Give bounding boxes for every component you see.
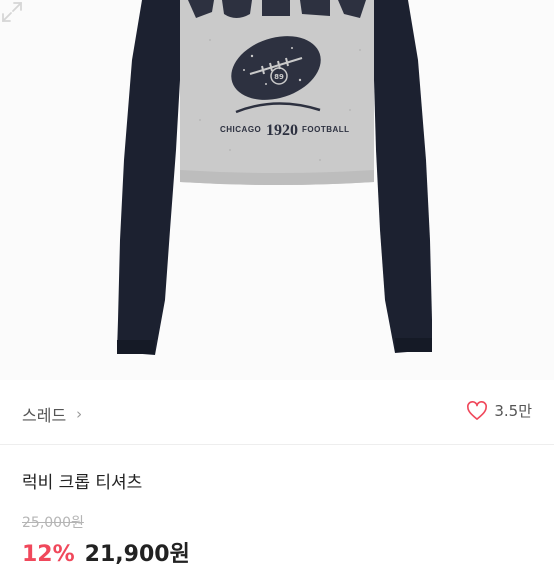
chevron-right-icon: › [76, 405, 83, 423]
product-image[interactable]: 89 CHICAGO 1920 FOOTBALL [0, 0, 554, 380]
store-link[interactable]: 스레드 › [22, 402, 82, 426]
divider [0, 444, 554, 445]
svg-text:89: 89 [274, 73, 284, 81]
expand-arrows-icon[interactable] [0, 0, 24, 24]
like-button[interactable]: 3.5만 [466, 400, 532, 421]
original-price: 25,000원 [22, 515, 84, 531]
heart-outline-icon[interactable] [466, 400, 488, 421]
svg-text:FOOTBALL: FOOTBALL [302, 125, 350, 134]
store-name[interactable]: 스레드 [22, 402, 66, 426]
svg-text:1920: 1920 [266, 122, 298, 139]
sale-price: 21,900원 [84, 542, 190, 567]
product-title: 럭비 크롭 티셔츠 [22, 473, 143, 493]
like-count: 3.5만 [494, 402, 532, 420]
shirt-illustration: 89 CHICAGO 1920 FOOTBALL [117, 0, 432, 355]
svg-text:CHICAGO: CHICAGO [220, 125, 261, 134]
price-row: 12% 21,900원 [22, 536, 190, 568]
product-info-panel: 스레드 › 3.5만 럭비 크롭 티셔츠 25,000원 12% 21,900원 [0, 380, 554, 567]
discount-rate: 12% [22, 542, 75, 567]
